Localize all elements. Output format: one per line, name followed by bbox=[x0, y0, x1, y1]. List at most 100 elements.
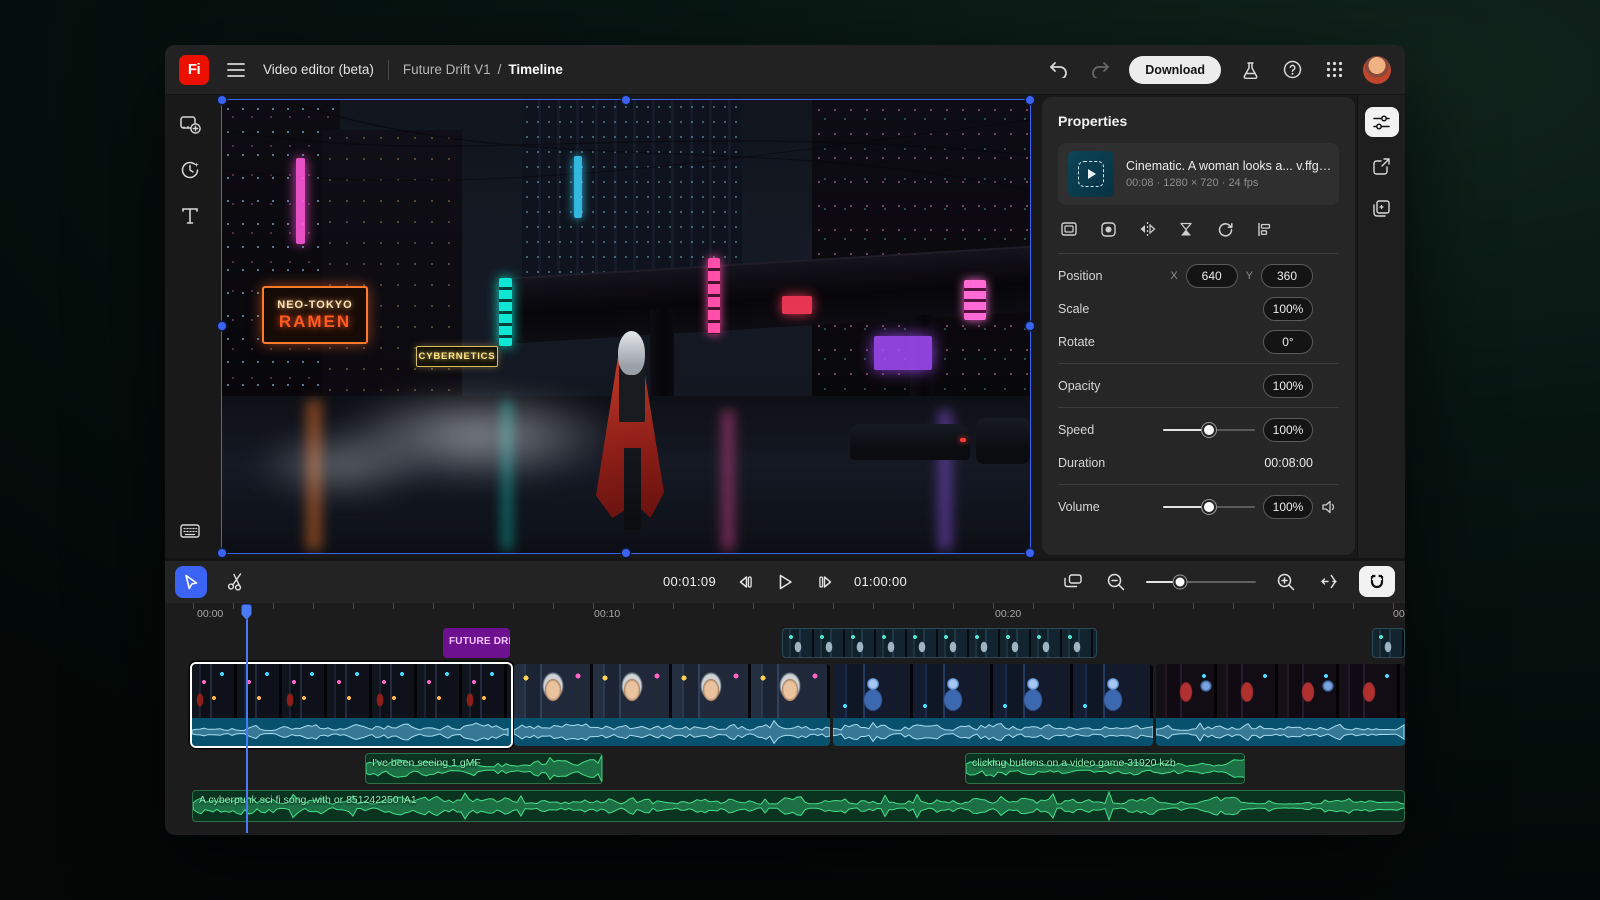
keyboard-shortcuts-icon[interactable] bbox=[177, 518, 203, 544]
parked-car bbox=[976, 418, 1030, 464]
neon-sign-vertical bbox=[708, 258, 720, 334]
properties-title: Properties bbox=[1058, 113, 1339, 129]
redo-icon[interactable] bbox=[1087, 57, 1113, 83]
generated-video-icon bbox=[1078, 161, 1104, 187]
volume-input[interactable] bbox=[1263, 495, 1313, 519]
position-x-input[interactable] bbox=[1186, 264, 1238, 288]
zoom-in-icon[interactable] bbox=[1273, 569, 1299, 595]
taillight bbox=[960, 438, 966, 442]
timeline-ruler[interactable]: 00:0000:1000:2000 bbox=[165, 602, 1405, 624]
audio-track-1: I've been seeing 1 gMF clicking buttons o… bbox=[165, 753, 1405, 784]
firefly-logo[interactable]: Fi bbox=[179, 55, 209, 85]
preview-canvas[interactable]: NEO-TOKYO RAMEN CYBERNETICS bbox=[222, 100, 1030, 553]
trim-split-icon[interactable] bbox=[1177, 220, 1195, 238]
clip-meta: 00:08 · 1280 × 720 · 24 fps bbox=[1126, 177, 1334, 189]
transform-handle[interactable] bbox=[622, 549, 630, 557]
selected-clip-card[interactable]: Cinematic. A woman looks a... v.ffgenvid… bbox=[1058, 143, 1339, 205]
crop-icon[interactable] bbox=[1060, 220, 1078, 238]
playhead-line[interactable] bbox=[246, 619, 248, 833]
rotate-input[interactable] bbox=[1263, 330, 1313, 354]
video-clip[interactable] bbox=[833, 664, 1153, 746]
position-label: Position bbox=[1058, 269, 1170, 283]
position-y-input[interactable] bbox=[1261, 264, 1313, 288]
align-icon[interactable] bbox=[1255, 220, 1273, 238]
play-icon[interactable] bbox=[772, 569, 798, 595]
video-track bbox=[165, 664, 1405, 746]
snap-magnet-icon[interactable] bbox=[1359, 566, 1395, 597]
ruler-label: 00:20 bbox=[995, 608, 1021, 620]
transform-handle[interactable] bbox=[1026, 96, 1034, 104]
previous-frame-icon[interactable] bbox=[731, 569, 757, 595]
breadcrumb: Future Drift V1 / Timeline bbox=[403, 62, 563, 77]
help-icon[interactable] bbox=[1279, 57, 1305, 83]
fit-timeline-icon[interactable] bbox=[1316, 569, 1342, 595]
opacity-input[interactable] bbox=[1263, 374, 1313, 398]
timeline-zoom-slider[interactable] bbox=[1146, 581, 1256, 583]
text-clip[interactable]: FUTURE DRIF bbox=[443, 628, 510, 658]
transform-handle[interactable] bbox=[218, 96, 226, 104]
transform-handle[interactable] bbox=[218, 322, 226, 330]
transform-handle[interactable] bbox=[1026, 322, 1034, 330]
opacity-row: Opacity bbox=[1058, 369, 1339, 402]
select-tool-button[interactable] bbox=[175, 566, 207, 598]
total-duration: 01:00:00 bbox=[854, 574, 907, 589]
divider bbox=[1058, 407, 1339, 408]
sign-text-bottom: RAMEN bbox=[279, 312, 351, 332]
neon-sign bbox=[782, 296, 812, 314]
video-clip-waveform bbox=[1156, 718, 1405, 746]
volume-slider[interactable] bbox=[1163, 506, 1255, 508]
video-clip-waveform bbox=[192, 718, 511, 746]
audio-clip[interactable]: I've been seeing 1 gMF bbox=[365, 753, 603, 784]
hamburger-menu-icon[interactable] bbox=[223, 57, 249, 83]
transform-handle[interactable] bbox=[622, 96, 630, 104]
undo-icon[interactable] bbox=[1045, 57, 1071, 83]
speed-slider[interactable] bbox=[1163, 429, 1255, 431]
speed-input[interactable] bbox=[1263, 418, 1313, 442]
audio-clip[interactable]: clicking buttons on a video game 31920 k… bbox=[965, 753, 1245, 784]
duration-value: 00:08:00 bbox=[1264, 456, 1313, 470]
position-row: Position X Y bbox=[1058, 259, 1339, 292]
add-media-icon[interactable] bbox=[177, 111, 203, 137]
media-stack-icon[interactable] bbox=[1369, 195, 1395, 221]
download-button[interactable]: Download bbox=[1129, 56, 1221, 84]
timeline-toolbar: 00:01:09 01:00:00 bbox=[165, 558, 1405, 602]
overlay-filmstrip-clip[interactable] bbox=[1372, 628, 1405, 658]
properties-toggle-icon[interactable] bbox=[1365, 107, 1399, 137]
zoom-out-icon[interactable] bbox=[1103, 569, 1129, 595]
split-scissors-icon[interactable] bbox=[223, 569, 249, 595]
mask-icon[interactable] bbox=[1099, 220, 1117, 238]
overlap-clips-icon[interactable] bbox=[1060, 569, 1086, 595]
next-frame-icon[interactable] bbox=[813, 569, 839, 595]
ramen-neon-sign: NEO-TOKYO RAMEN bbox=[262, 286, 368, 344]
video-clip[interactable] bbox=[1156, 664, 1405, 746]
speaker-icon[interactable] bbox=[1321, 498, 1339, 516]
flip-horizontal-icon[interactable] bbox=[1138, 220, 1156, 238]
app-window: Fi Video editor (beta) Future Drift V1 /… bbox=[165, 45, 1405, 835]
scale-label: Scale bbox=[1058, 302, 1263, 316]
video-clip[interactable] bbox=[192, 664, 511, 746]
music-clip[interactable]: A cyberpunk sci fi song, with or 8512422… bbox=[192, 790, 1405, 822]
transform-handle[interactable] bbox=[1026, 549, 1034, 557]
properties-panel: Properties Cinematic. A woman looks a...… bbox=[1042, 97, 1355, 555]
ruler-label: 00:10 bbox=[594, 608, 620, 620]
top-bar: Fi Video editor (beta) Future Drift V1 /… bbox=[165, 45, 1405, 95]
text-tool-icon[interactable] bbox=[177, 203, 203, 229]
clip-thumbnail bbox=[1068, 151, 1114, 197]
timeline-zoom-controls bbox=[1060, 566, 1395, 597]
rotate-icon[interactable] bbox=[1216, 220, 1234, 238]
apps-grid-icon[interactable] bbox=[1321, 57, 1347, 83]
video-clip[interactable] bbox=[514, 664, 830, 746]
breadcrumb-project[interactable]: Future Drift V1 bbox=[403, 62, 491, 77]
user-avatar[interactable] bbox=[1363, 56, 1391, 84]
reflection bbox=[722, 410, 734, 550]
generate-history-icon[interactable] bbox=[177, 157, 203, 183]
duration-label: Duration bbox=[1058, 456, 1264, 470]
overlay-filmstrip-clip[interactable] bbox=[782, 628, 1097, 658]
video-clip-waveform bbox=[514, 718, 830, 746]
scale-input[interactable] bbox=[1263, 297, 1313, 321]
speed-label: Speed bbox=[1058, 423, 1163, 437]
transform-handle[interactable] bbox=[218, 549, 226, 557]
beaker-icon[interactable] bbox=[1237, 57, 1263, 83]
right-panel-rail bbox=[1357, 95, 1405, 558]
export-frame-icon[interactable] bbox=[1369, 153, 1395, 179]
